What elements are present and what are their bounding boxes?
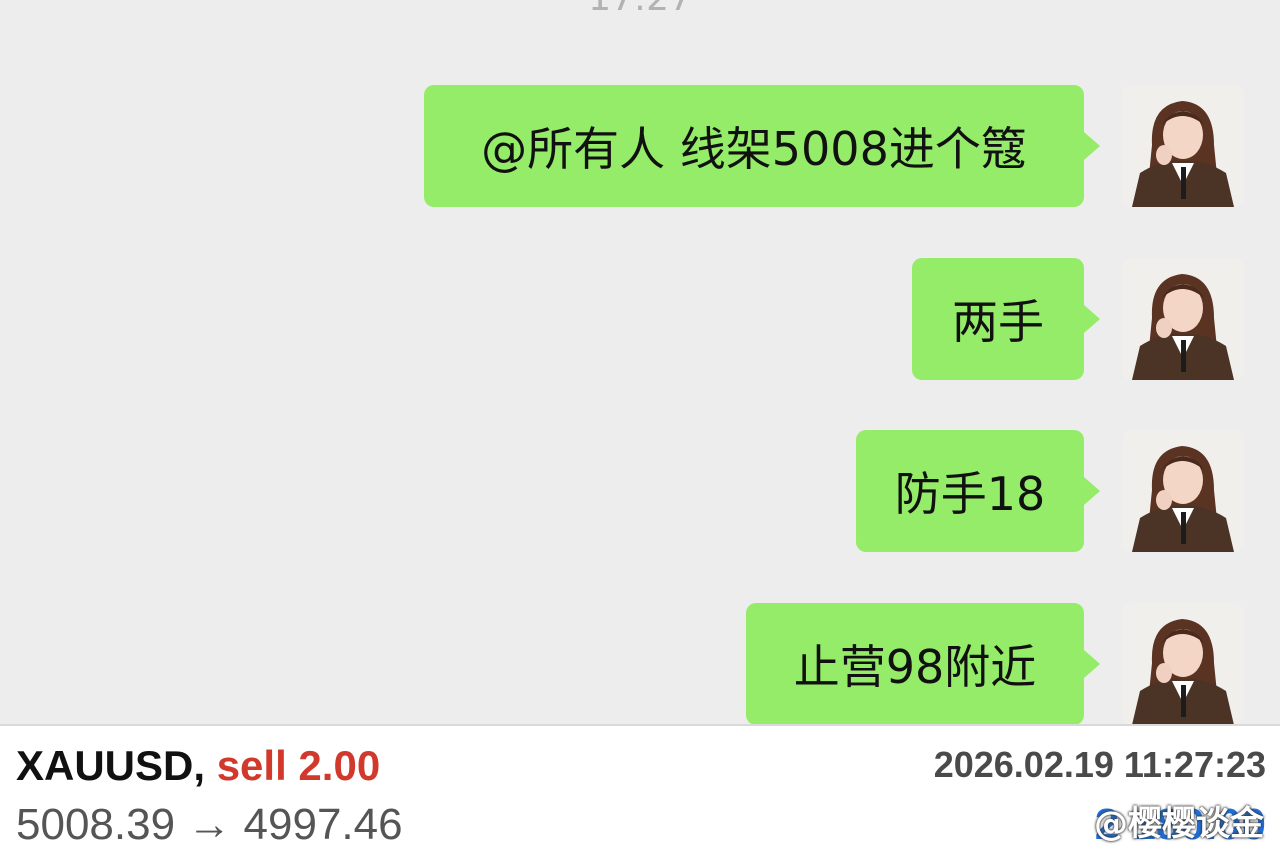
user-avatar-icon[interactable]	[1122, 85, 1244, 207]
trade-header: XAUUSD, sell 2.00	[16, 742, 380, 790]
message-bubble[interactable]: 止营98附近	[746, 603, 1100, 724]
message-bubble[interactable]: 防手18	[856, 430, 1100, 552]
user-avatar-icon[interactable]	[1122, 258, 1244, 380]
message-row: 两手	[912, 258, 1244, 380]
trade-time: 2026.02.19 11:27:23	[933, 744, 1266, 785]
trade-side: sell 2.00	[216, 742, 381, 789]
message-bubble[interactable]: @所有人 线架5008进个簆	[424, 85, 1100, 207]
trade-symbol: XAUUSD,	[16, 742, 206, 789]
message-row: 止营98附近	[746, 603, 1244, 724]
chat-timestamp: 17:27	[0, 0, 1280, 19]
message-row: @所有人 线架5008进个簆	[424, 85, 1244, 207]
user-avatar-icon[interactable]	[1122, 603, 1244, 724]
chat-area: 17:27 @所有人 线架5008进个簆 两手	[0, 0, 1280, 724]
trade-prices: 5008.39 → 4997.46	[16, 800, 403, 850]
price-open: 5008.39	[16, 800, 176, 849]
watermark: @樱樱谈金	[1094, 804, 1264, 844]
price-close: 4997.46	[243, 800, 403, 849]
message-bubble[interactable]: 两手	[912, 258, 1100, 380]
user-avatar-icon[interactable]	[1122, 430, 1244, 552]
arrow-icon: →	[187, 800, 232, 849]
message-row: 防手18	[856, 430, 1244, 552]
trade-panel[interactable]: XAUUSD, sell 2.00 2026.02.19 11:27:23 50…	[0, 730, 1280, 861]
